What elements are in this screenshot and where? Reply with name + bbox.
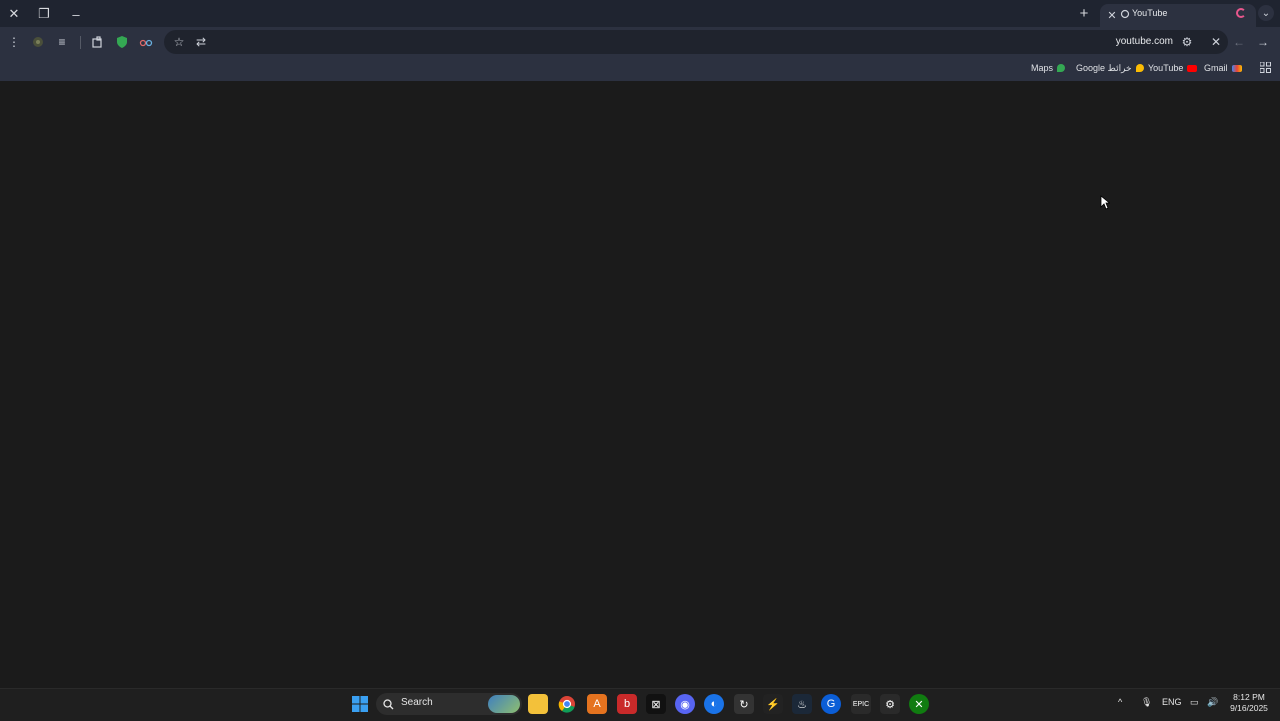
app-yellow-icon[interactable]: ⚡ — [763, 694, 783, 714]
app-red-icon[interactable]: b — [617, 694, 637, 714]
settings-icon[interactable]: ⚙ — [880, 694, 900, 714]
extensions-icon[interactable] — [89, 33, 107, 51]
minimize-window-button[interactable]: – — [66, 4, 86, 24]
menu-icon[interactable]: ⋮ — [5, 33, 23, 51]
windows-start-icon[interactable] — [350, 694, 370, 714]
search-highlight-icon — [488, 695, 520, 713]
share-icon[interactable]: ⇄ — [192, 33, 210, 51]
search-icon — [383, 697, 394, 715]
gmail-icon — [1231, 64, 1242, 72]
app-cycle-icon[interactable]: ↻ — [734, 694, 754, 714]
network-icon[interactable]: ▭ — [1190, 697, 1199, 708]
tab-favicon-icon — [1120, 9, 1130, 19]
bookmark-maps[interactable]: Maps — [1031, 61, 1066, 75]
forward-icon[interactable]: → — [1254, 33, 1272, 51]
new-tab-button[interactable]: + — [1076, 5, 1092, 22]
bookmark-youtube[interactable]: YouTube — [1148, 61, 1198, 75]
page-content[interactable] — [0, 81, 1280, 688]
app-a-icon[interactable]: A — [587, 694, 607, 714]
restore-window-button[interactable]: ❐ — [34, 4, 54, 24]
volume-icon[interactable]: 🔊 — [1207, 697, 1218, 708]
maps-icon — [1135, 64, 1144, 72]
xbox-icon[interactable]: ✕ — [909, 694, 929, 714]
address-bar[interactable] — [164, 30, 1228, 54]
bookmark-label: YouTube — [1148, 63, 1184, 73]
toolbar-divider — [80, 36, 81, 49]
microphone-icon[interactable]: 🎙 — [1141, 697, 1152, 708]
capcut-icon[interactable]: ⊠ — [646, 694, 666, 714]
discord-icon[interactable]: ◉ — [675, 694, 695, 714]
bookmark-gmail[interactable]: Gmail — [1204, 61, 1242, 75]
bookmark-label: Gmail — [1204, 63, 1228, 73]
chrome-icon[interactable] — [557, 694, 577, 714]
epic-games-icon[interactable]: EPIC — [851, 694, 871, 714]
steam-icon[interactable]: ♨ — [792, 694, 812, 714]
site-settings-icon[interactable]: ⚙ — [1178, 33, 1196, 51]
clock-date: 9/16/2025 — [1230, 703, 1268, 713]
bookmark-star-icon[interactable]: ☆ — [170, 33, 188, 51]
search-label: Search — [401, 697, 433, 708]
url-text[interactable]: youtube.com — [1116, 36, 1173, 47]
taskbar — [0, 688, 1280, 721]
stop-icon[interactable]: ✕ — [1207, 33, 1225, 51]
tab-search-button[interactable]: ⌄ — [1258, 5, 1274, 21]
file-explorer-icon[interactable] — [528, 694, 548, 714]
bookmark-label: Maps — [1031, 63, 1054, 73]
shield-icon[interactable] — [113, 33, 131, 51]
loading-spinner-icon — [1236, 8, 1246, 18]
maps-icon — [1057, 64, 1066, 72]
clock-time: 8:12 PM — [1233, 692, 1265, 702]
tab-title: YouTube — [1132, 8, 1168, 18]
app-blue-icon[interactable]: ◐ — [704, 694, 724, 714]
incognito-glasses-icon[interactable] — [137, 33, 155, 51]
reading-list-icon[interactable]: ≡ — [53, 33, 71, 51]
tab-youtube[interactable]: ✕ YouTube — [1100, 4, 1256, 27]
back-icon[interactable]: ← — [1230, 33, 1248, 51]
close-window-button[interactable]: ✕ — [4, 4, 24, 24]
mouse-cursor-icon — [1100, 195, 1110, 210]
app-g-icon[interactable]: G — [821, 694, 841, 714]
tab-close-icon[interactable]: ✕ — [1104, 7, 1120, 23]
youtube-icon — [1187, 64, 1198, 72]
language-indicator[interactable]: ENG — [1162, 697, 1182, 707]
clock[interactable]: 8:12 PM 9/16/2025 — [1226, 692, 1272, 714]
apps-grid-icon[interactable] — [1256, 58, 1274, 76]
bookmark-label: Google خرائط — [1076, 62, 1132, 73]
show-hidden-icons-icon[interactable]: ^ — [1118, 697, 1122, 707]
bookmark-google-maps[interactable]: Google خرائط — [1076, 61, 1144, 75]
extension-avatar-icon[interactable] — [29, 33, 47, 51]
